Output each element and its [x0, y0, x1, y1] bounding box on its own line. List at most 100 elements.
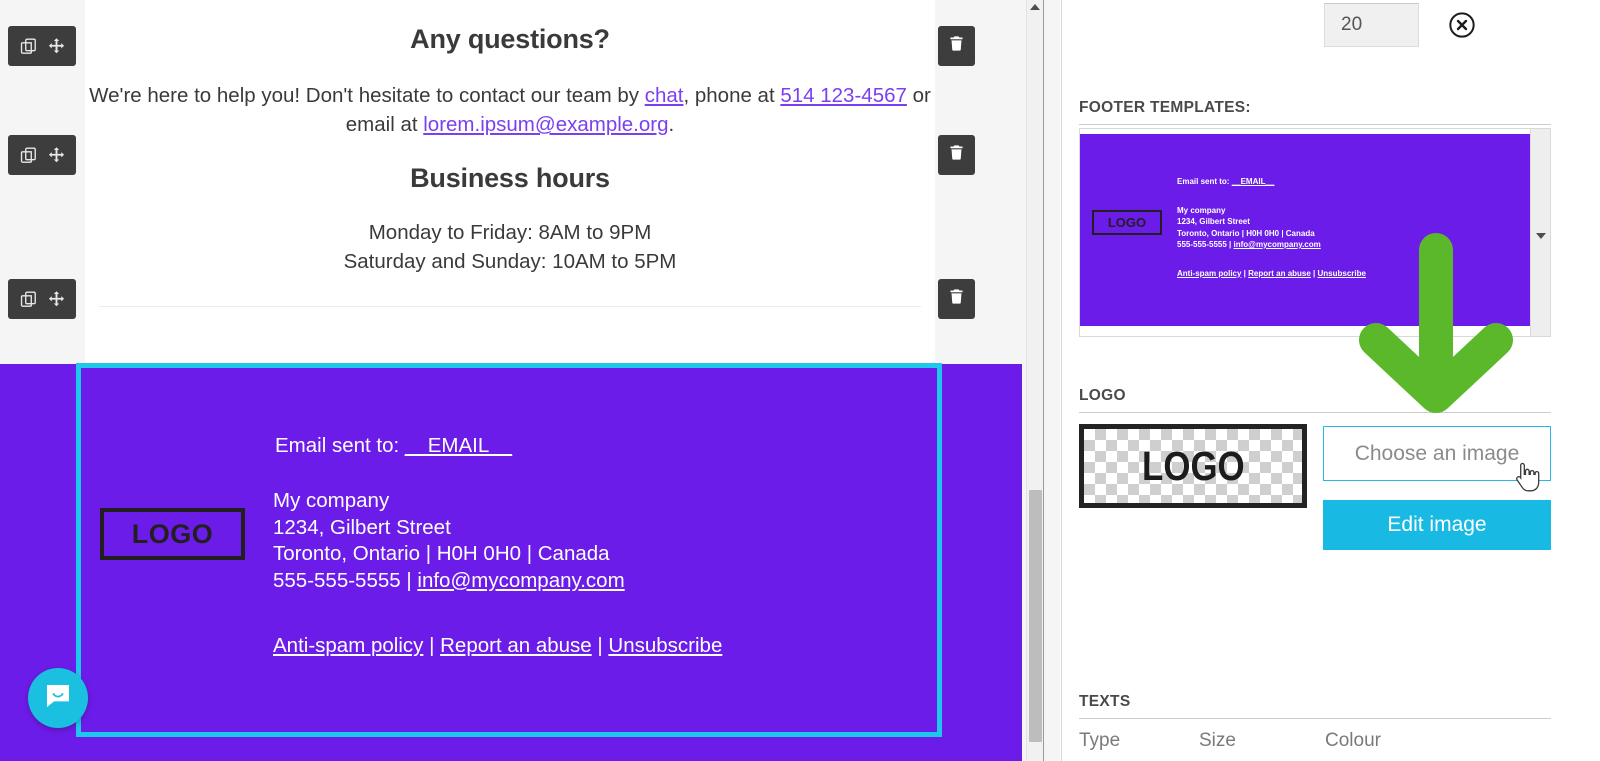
template-company: My company: [1177, 205, 1226, 215]
paragraph-hours: Monday to Friday: 8AM to 9PM Saturday an…: [85, 194, 935, 306]
template-phone: 555-555-5555: [1177, 240, 1227, 249]
chevron-down-icon[interactable]: [1536, 233, 1546, 239]
texts-table-header: Type Size Colour: [1079, 730, 1551, 752]
template-city-line: Toronto, Ontario | H0H 0H0 | Canada: [1177, 228, 1315, 238]
canvas-scrollbar-rail: [1043, 0, 1044, 761]
edit-image-button[interactable]: Edit image: [1323, 500, 1551, 550]
footer-link-unsubscribe[interactable]: Unsubscribe: [608, 634, 722, 657]
paragraph-suffix: .: [668, 113, 675, 136]
logo-thumbnail-text: LOGO: [1141, 442, 1245, 489]
content-block-heading-1[interactable]: Any questions?: [85, 0, 935, 55]
move-arrows-icon[interactable]: [47, 37, 66, 56]
footer-template-purple-card[interactable]: LOGO Email sent to: __EMAIL__ My company…: [1080, 134, 1531, 326]
section-rule-logo: [1079, 412, 1551, 413]
footer-email-link[interactable]: info@mycompany.com: [417, 569, 624, 592]
template-email-sent-label: Email sent to:: [1177, 177, 1230, 186]
link-phone[interactable]: 514 123-4567: [780, 84, 907, 107]
content-block-paragraph-1[interactable]: We're here to help you! Don't hesitate t…: [85, 55, 935, 139]
template-street: 1234, Gilbert Street: [1177, 217, 1250, 226]
paragraph-contact: We're here to help you! Don't hesitate t…: [85, 55, 935, 139]
template-separator: |: [1226, 240, 1234, 249]
footer-template-preview[interactable]: LOGO Email sent to: __EMAIL__ My company…: [1079, 128, 1551, 337]
trash-icon[interactable]: [948, 143, 965, 167]
properties-panel: FOOTER TEMPLATES: LOGO Email sent to: __…: [1061, 0, 1600, 761]
footer-separator: |: [400, 568, 418, 592]
footer-link-abuse[interactable]: Report an abuse: [440, 634, 592, 657]
heading-any-questions: Any questions?: [410, 24, 610, 54]
block-tools-left-2[interactable]: [8, 135, 76, 175]
footer-email-sent-label: Email sent to:: [275, 434, 400, 457]
texts-col-size: Size: [1199, 730, 1236, 751]
section-label-footer-templates: FOOTER TEMPLATES:: [1079, 99, 1251, 116]
footer-phone-email-line: 555-555-5555 | info@mycompany.com: [273, 568, 722, 595]
footer-city-line: Toronto, Ontario | H0H 0H0 | Canada: [273, 542, 610, 565]
copy-icon[interactable]: [19, 290, 38, 309]
email-canvas[interactable]: Any questions? We're here to help you! D…: [0, 0, 1060, 761]
canvas-scrollbar[interactable]: [1026, 0, 1043, 761]
template-legal-links: Anti-spam policy | Report an abuse | Uns…: [1177, 268, 1366, 280]
template-scrollbar[interactable]: [1530, 129, 1550, 336]
quantity-input[interactable]: [1324, 3, 1419, 47]
chat-launcher-button[interactable]: [28, 668, 88, 728]
hours-weekday: Monday to Friday: 8AM to 9PM: [368, 221, 652, 244]
texts-col-type: Type: [1079, 730, 1121, 751]
copy-icon[interactable]: [19, 37, 38, 56]
template-link-abuse[interactable]: Report an abuse: [1248, 269, 1311, 278]
footer-email-sent-row: Email sent to: __EMAIL__: [275, 434, 722, 458]
logo-thumbnail[interactable]: LOGO: [1079, 424, 1307, 508]
section-label-texts: TEXTS: [1079, 693, 1131, 710]
footer-street: 1234, Gilbert Street: [273, 515, 451, 539]
block-tools-left-1[interactable]: [8, 26, 76, 66]
footer-link-antispam[interactable]: Anti-spam policy: [273, 634, 423, 657]
template-content: Email sent to: __EMAIL__ My company 1234…: [1177, 176, 1366, 279]
block-divider: [99, 306, 921, 307]
trash-icon[interactable]: [948, 287, 965, 311]
chat-bubble-icon: [43, 681, 73, 716]
footer-address-column: My company 1234, Gilbert Street Toronto,…: [273, 488, 722, 658]
paragraph-mid: , phone at: [683, 84, 781, 107]
footer-link-sep-2: |: [591, 634, 609, 657]
template-logo-placeholder: LOGO: [1092, 210, 1162, 235]
choose-image-input[interactable]: Choose an image: [1323, 426, 1551, 481]
block-delete-2[interactable]: [938, 135, 975, 175]
canvas-scrollbar-thumb[interactable]: [1029, 490, 1042, 742]
section-label-logo: LOGO: [1079, 387, 1126, 404]
template-link-antispam[interactable]: Anti-spam policy: [1177, 269, 1241, 278]
template-email-placeholder: __EMAIL__: [1231, 177, 1275, 186]
section-rule-footer-templates: [1079, 124, 1551, 125]
link-chat[interactable]: chat: [645, 84, 684, 107]
move-arrows-icon[interactable]: [47, 290, 66, 309]
copy-icon[interactable]: [19, 146, 38, 165]
block-tools-left-3[interactable]: [8, 279, 76, 319]
paragraph-prefix: We're here to help you! Don't hesitate t…: [89, 84, 645, 107]
footer-link-sep-1: |: [423, 634, 441, 657]
texts-col-colour: Colour: [1325, 730, 1381, 751]
template-email-link[interactable]: info@mycompany.com: [1234, 240, 1321, 249]
link-email[interactable]: lorem.ipsum@example.org: [423, 113, 668, 136]
email-footer-block[interactable]: Email sent to: __EMAIL__ LOGO My company…: [0, 364, 1022, 761]
clear-circle-x-icon[interactable]: [1448, 11, 1476, 39]
footer-address-lines: My company 1234, Gilbert Street Toronto,…: [273, 488, 722, 594]
heading-business-hours: Business hours: [410, 163, 610, 193]
footer-phone: 555-555-5555: [273, 568, 401, 592]
template-link-sep-2: |: [1310, 268, 1318, 278]
template-link-unsubscribe[interactable]: Unsubscribe: [1318, 269, 1366, 278]
block-delete-1[interactable]: [938, 26, 975, 66]
block-delete-3[interactable]: [938, 279, 975, 319]
content-block-paragraph-2[interactable]: Monday to Friday: 8AM to 9PM Saturday an…: [85, 194, 935, 307]
trash-icon[interactable]: [948, 34, 965, 58]
content-block-heading-2[interactable]: Business hours: [85, 139, 935, 194]
footer-logo-placeholder[interactable]: LOGO: [100, 508, 245, 560]
template-phone-email-line: 555-555-5555 | info@mycompany.com: [1177, 239, 1366, 251]
footer-email-placeholder: __EMAIL__: [404, 434, 513, 457]
hours-weekend: Saturday and Sunday: 10AM to 5PM: [343, 250, 677, 273]
footer-company: My company: [273, 489, 390, 512]
scroll-up-arrow-icon[interactable]: [1030, 4, 1040, 10]
footer-legal-links: Anti-spam policy | Report an abuse | Uns…: [273, 634, 722, 658]
footer-content: Email sent to: __EMAIL__ LOGO My company…: [100, 434, 722, 658]
email-sheet: Any questions? We're here to help you! D…: [85, 0, 935, 365]
quantity-row: [1324, 3, 1476, 47]
move-arrows-icon[interactable]: [47, 146, 66, 165]
choose-image-placeholder: Choose an image: [1354, 441, 1520, 465]
app-root: Any questions? We're here to help you! D…: [0, 0, 1600, 761]
